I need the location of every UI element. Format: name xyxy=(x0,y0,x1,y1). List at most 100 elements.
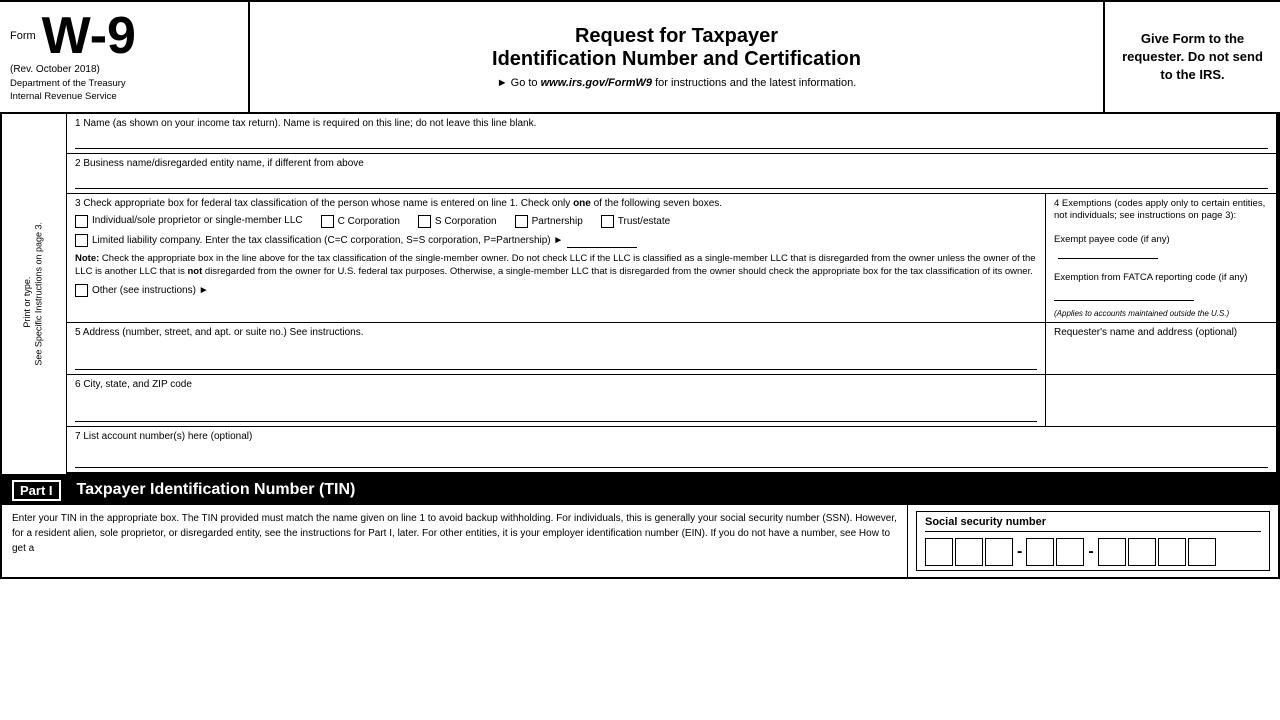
ssn-box-1[interactable] xyxy=(925,538,953,566)
ssn-box-6[interactable] xyxy=(1098,538,1126,566)
line3-left: 3 Check appropriate box for federal tax … xyxy=(67,194,1046,322)
part1-left: Enter your TIN in the appropriate box. T… xyxy=(2,505,908,577)
ssn-block: Social security number - xyxy=(916,511,1270,571)
ssn-box-5[interactable] xyxy=(1056,538,1084,566)
line7-input[interactable] xyxy=(75,450,1268,468)
irs-link-prefix: ► Go to xyxy=(497,77,541,89)
form-number: W-9 xyxy=(42,10,136,62)
ssn-group1 xyxy=(925,538,1013,566)
main-title: Request for Taxpayer Identification Numb… xyxy=(492,25,861,71)
checkbox-s-corp[interactable] xyxy=(418,215,431,228)
ssn-title: Social security number xyxy=(925,516,1261,532)
line1-input[interactable] xyxy=(75,131,1268,149)
form-outer: Print or type. See Specific Instructions… xyxy=(0,114,1280,579)
fatca-label: Exemption from FATCA reporting code (if … xyxy=(1054,272,1268,284)
checkbox-partnership-label: Partnership xyxy=(532,216,583,227)
checkbox-trust-item: Trust/estate xyxy=(601,215,670,228)
ssn-boxes: - - xyxy=(925,538,1261,566)
line3-4-row: 3 Check appropriate box for federal tax … xyxy=(67,194,1276,323)
checkbox-partnership-item: Partnership xyxy=(515,215,583,228)
line7-label: 7 List account number(s) here (optional) xyxy=(75,431,1268,442)
line6-left: 6 City, state, and ZIP code xyxy=(67,375,1046,426)
side-label-print: Print or type. xyxy=(22,238,34,366)
line6-input[interactable] xyxy=(75,404,1037,422)
line3-label: 3 Check appropriate box for federal tax … xyxy=(75,198,1037,209)
ssn-box-7[interactable] xyxy=(1128,538,1156,566)
requester-block: Requester's name and address (optional) xyxy=(1046,323,1276,374)
dept-line1: Department of the Treasury xyxy=(10,77,238,90)
ssn-box-8[interactable] xyxy=(1158,538,1186,566)
exempt-payee-input[interactable] xyxy=(1058,245,1158,259)
note-block: Note: Check the appropriate box in the l… xyxy=(75,252,1037,279)
part1-title: Taxpayer Identification Number (TIN) xyxy=(77,481,356,499)
give-form-text: Give Form to the requester. Do not send … xyxy=(1115,30,1270,85)
ssn-box-2[interactable] xyxy=(955,538,983,566)
line5-input[interactable] xyxy=(75,352,1037,370)
checkbox-individual-label: Individual/sole proprietor or single-mem… xyxy=(92,215,303,226)
side-label-see: See Specific Instructions on page 3. xyxy=(34,222,46,366)
other-label: Other (see instructions) ► xyxy=(92,285,209,296)
line5-left: 5 Address (number, street, and apt. or s… xyxy=(67,323,1046,374)
checkbox-other[interactable] xyxy=(75,284,88,297)
requester-label: Requester's name and address (optional) xyxy=(1054,327,1268,338)
line2-label: 2 Business name/disregarded entity name,… xyxy=(75,158,1268,169)
line2-input[interactable] xyxy=(75,171,1268,189)
header-right: Give Form to the requester. Do not send … xyxy=(1105,2,1280,112)
requester-continued xyxy=(1046,375,1276,426)
exempt-section: Exempt payee code (if any) xyxy=(1054,234,1268,262)
exempt-payee-label: Exempt payee code (if any) xyxy=(1054,234,1170,245)
dept-info: Department of the Treasury Internal Reve… xyxy=(10,77,238,104)
fatca-input[interactable] xyxy=(1054,287,1194,301)
llc-input[interactable] xyxy=(567,234,637,248)
ssn-box-9[interactable] xyxy=(1188,538,1216,566)
line6-label: 6 City, state, and ZIP code xyxy=(75,379,1037,390)
part1-text: Enter your TIN in the appropriate box. T… xyxy=(12,513,897,554)
line2-row: 2 Business name/disregarded entity name,… xyxy=(67,154,1276,194)
applies-text: (Applies to accounts maintained outside … xyxy=(1054,309,1268,318)
checkboxes-row: Individual/sole proprietor or single-mem… xyxy=(75,215,1037,228)
line5-row: 5 Address (number, street, and apt. or s… xyxy=(67,323,1276,375)
line1-row: 1 Name (as shown on your income tax retu… xyxy=(67,114,1276,154)
ssn-box-4[interactable] xyxy=(1026,538,1054,566)
checkbox-c-corp-label: C Corporation xyxy=(338,216,400,227)
checkbox-s-corp-item: S Corporation xyxy=(418,215,497,228)
other-row: Other (see instructions) ► xyxy=(75,284,1037,297)
part1-body: Enter your TIN in the appropriate box. T… xyxy=(2,505,1278,577)
line7-row: 7 List account number(s) here (optional) xyxy=(67,427,1276,474)
checkbox-s-corp-label: S Corporation xyxy=(435,216,497,227)
form-label: Form xyxy=(10,30,36,42)
checkbox-c-corp-item: C Corporation xyxy=(321,215,400,228)
part1-badge: Part I xyxy=(12,480,61,501)
checkbox-individual[interactable] xyxy=(75,215,88,228)
irs-link: ► Go to www.irs.gov/FormW9 for instructi… xyxy=(497,77,857,89)
ssn-group3 xyxy=(1098,538,1216,566)
form-header: Form W-9 (Rev. October 2018) Department … xyxy=(0,2,1280,114)
part1-section: Part I Taxpayer Identification Number (T… xyxy=(2,474,1278,577)
checkbox-trust[interactable] xyxy=(601,215,614,228)
line4-right: 4 Exemptions (codes apply only to certai… xyxy=(1046,194,1276,322)
line3-label-bold: one xyxy=(573,198,591,209)
form-page: Form W-9 (Rev. October 2018) Department … xyxy=(0,0,1280,579)
checkbox-partnership[interactable] xyxy=(515,215,528,228)
line5-label: 5 Address (number, street, and apt. or s… xyxy=(75,327,1037,338)
checkbox-llc[interactable] xyxy=(75,234,88,247)
llc-label: Limited liability company. Enter the tax… xyxy=(92,235,563,246)
note-bold: Note: xyxy=(75,253,99,264)
form-fields: 1 Name (as shown on your income tax retu… xyxy=(67,114,1278,474)
line3-label-end: of the following seven boxes. xyxy=(594,198,722,209)
checkbox-trust-label: Trust/estate xyxy=(618,216,670,227)
ssn-dash-2: - xyxy=(1088,543,1093,561)
rev-date: (Rev. October 2018) xyxy=(10,64,238,75)
checkbox-c-corp[interactable] xyxy=(321,215,334,228)
dept-line2: Internal Revenue Service xyxy=(10,90,238,103)
line6-row: 6 City, state, and ZIP code xyxy=(67,375,1276,427)
form-title-block: Form W-9 xyxy=(10,10,238,62)
side-label-text: Print or type. See Specific Instructions… xyxy=(22,222,45,366)
header-left: Form W-9 (Rev. October 2018) Department … xyxy=(0,2,250,112)
checkbox-individual-item: Individual/sole proprietor or single-mem… xyxy=(75,215,303,228)
ssn-box-3[interactable] xyxy=(985,538,1013,566)
note-not: not xyxy=(187,266,202,277)
form-body: Print or type. See Specific Instructions… xyxy=(2,114,1278,474)
part1-right: Social security number - xyxy=(908,505,1278,577)
main-title-line1: Request for Taxpayer xyxy=(492,25,861,48)
